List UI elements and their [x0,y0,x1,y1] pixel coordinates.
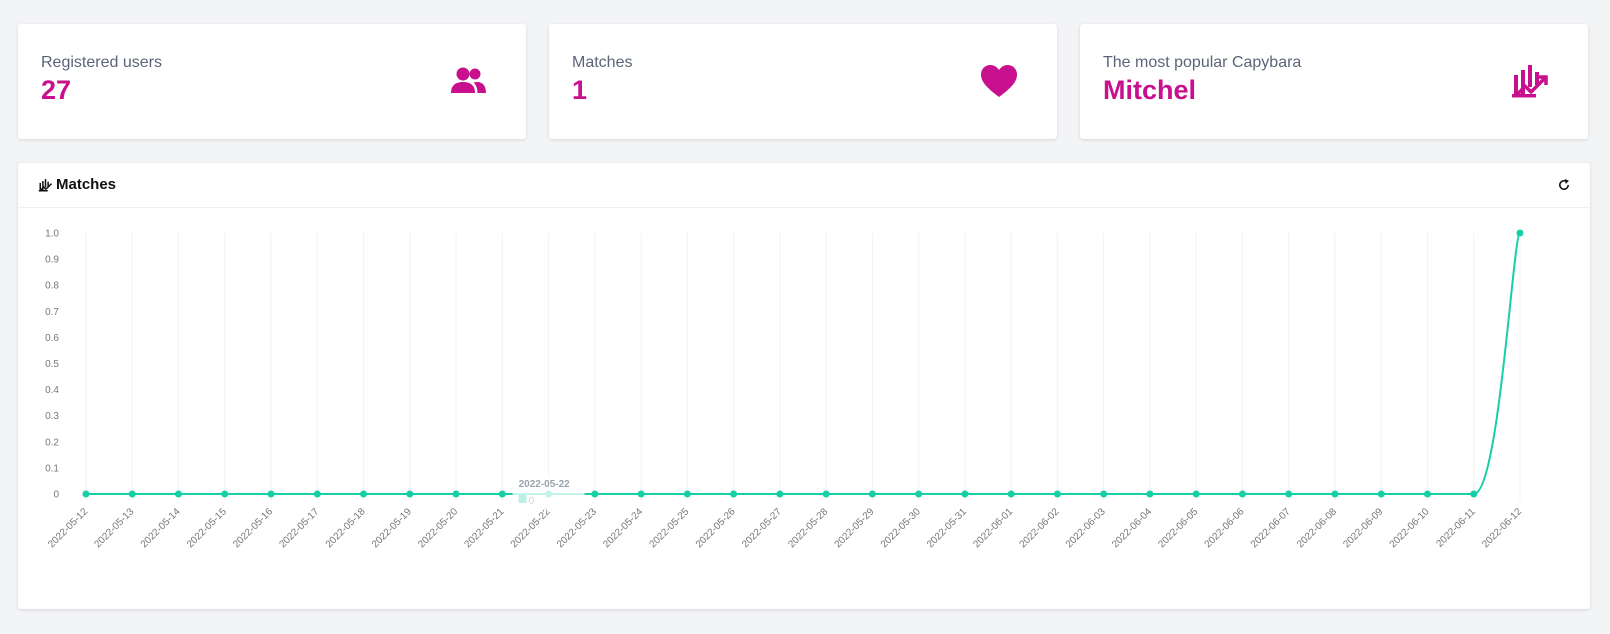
x-tick-label: 2022-05-24 [601,506,645,550]
users-icon [451,67,486,93]
stat-label: Matches [572,54,633,71]
x-tick-label: 2022-05-27 [740,506,784,550]
x-tick-label: 2022-05-21 [462,506,506,550]
data-point [961,490,969,498]
x-tick-label: 2022-05-16 [231,506,275,550]
x-tick-label: 2022-06-03 [1064,506,1108,550]
x-tick-label: 2022-05-25 [648,506,692,550]
y-tick-label: 0.2 [45,437,59,448]
data-point [452,490,460,498]
stat-label: Registered users [41,54,162,71]
x-tick-label: 2022-06-09 [1341,506,1385,550]
y-tick-label: 0.7 [45,307,59,318]
chart-icon [38,179,53,192]
data-point [1377,490,1385,498]
data-point [868,490,876,498]
x-tick-label: 2022-05-23 [555,506,599,550]
y-tick-label: 0.3 [45,411,59,422]
y-tick-label: 0.6 [45,333,59,344]
data-point [82,490,90,498]
tooltip-date: 2022-05-22 [519,479,571,490]
x-tick-label: 2022-05-18 [324,506,368,550]
stat-value: 1 [572,75,588,105]
data-point [591,490,599,498]
chart-panel-header: Matches [18,163,1590,208]
data-point [637,490,645,498]
data-point [1285,490,1293,498]
stat-label: The most popular Capybara [1103,54,1302,71]
x-tick-label: 2022-05-17 [277,506,321,550]
x-tick-label: 2022-06-06 [1203,506,1247,550]
y-tick-label: 0 [53,490,59,501]
x-tick-label: 2022-06-07 [1249,506,1293,550]
x-tick-label: 2022-05-14 [139,506,183,550]
matches-chart-panel: Matches 0 0.1 0.2 0.3 0.4 0.5 0.6 0.7 0.8 0.9 1.0 2… [18,163,1590,609]
y-tick-label: 0.1 [45,463,59,474]
data-point [1007,490,1015,498]
data-point [1146,490,1154,498]
data-point [175,490,183,498]
x-tick-label: 2022-06-05 [1156,506,1200,550]
heart-icon [981,65,1017,97]
data-point [822,490,830,498]
x-tick-label: 2022-05-12 [46,506,90,550]
x-tick-label: 2022-05-30 [879,506,923,550]
chart-panel-title: Matches [56,176,117,193]
y-tick-label: 0.8 [45,281,59,292]
tooltip-swatch [518,495,527,503]
data-point [776,490,784,498]
data-point [1516,229,1524,237]
data-point [128,490,136,498]
x-tick-label: 2022-05-22 [509,506,553,550]
y-tick-label: 0.9 [45,255,59,266]
data-point [1423,490,1431,498]
data-point [1100,490,1108,498]
x-tick-label: 2022-05-31 [925,506,969,550]
stat-value: Mitchel [1103,75,1197,105]
data-point [360,490,368,498]
refresh-icon[interactable] [1557,178,1571,192]
data-point [498,490,506,498]
data-point [1192,490,1200,498]
matches-line-chart: 0 0.1 0.2 0.3 0.4 0.5 0.6 0.7 0.8 0.9 1.0 2022-05-1… [45,229,1524,551]
x-tick-label: 2022-06-04 [1110,506,1154,550]
data-point [1238,490,1246,498]
stat-value: 27 [41,75,72,105]
data-point [730,490,738,498]
y-tick-label: 1.0 [45,229,59,240]
x-tick-label: 2022-05-15 [185,506,229,550]
x-tick-label: 2022-06-02 [1018,506,1062,550]
data-point [1470,490,1478,498]
x-tick-label: 2022-05-20 [416,506,460,550]
x-tick-label: 2022-06-11 [1434,506,1478,550]
data-point [221,490,229,498]
x-tick-label: 2022-06-08 [1295,506,1339,550]
data-point [313,490,321,498]
x-tick-label: 2022-05-13 [92,506,136,550]
data-point [1053,490,1061,498]
data-point [1331,490,1339,498]
x-tick-label: 2022-05-28 [786,506,830,550]
series-line [86,232,1521,495]
stat-card-registered-users: Registered users 27 [18,24,526,139]
x-tick-label: 2022-05-26 [694,506,738,550]
data-point [915,490,923,498]
tooltip-value: 0 [529,496,535,507]
x-tick-label: 2022-06-01 [971,506,1015,550]
data-point [683,490,691,498]
data-point [267,490,275,498]
x-tick-label: 2022-05-19 [370,506,414,550]
y-tick-label: 0.4 [45,385,59,396]
data-point [406,490,414,498]
x-tick-label: 2022-06-12 [1480,506,1524,550]
stat-card-popular-capybara: The most popular Capybara Mitchel [1080,24,1588,139]
x-tick-label: 2022-06-10 [1388,506,1432,550]
y-tick-label: 0.5 [45,359,59,370]
stat-card-matches: Matches 1 [549,24,1057,139]
x-tick-label: 2022-05-29 [833,506,877,550]
chart-trend-icon [1512,65,1548,98]
